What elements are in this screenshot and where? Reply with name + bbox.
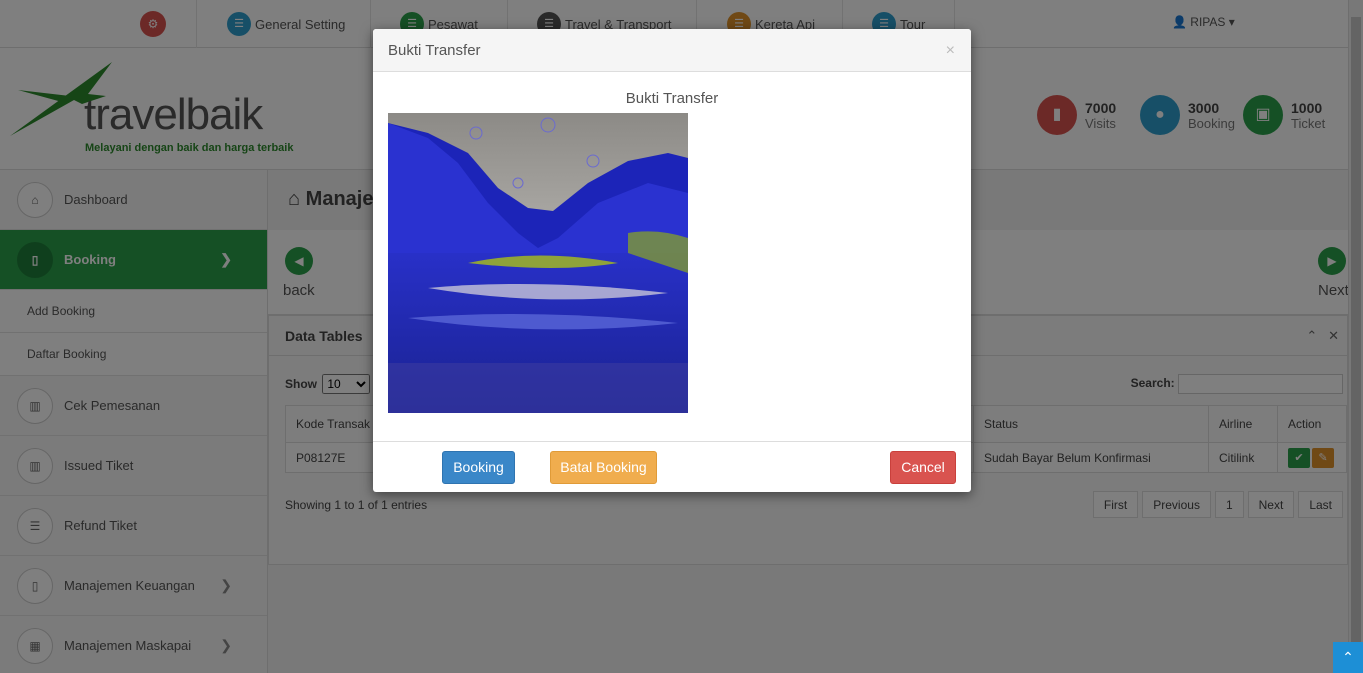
cancel-button[interactable]: Cancel: [890, 451, 956, 484]
booking-button[interactable]: Booking: [442, 451, 515, 484]
modal-body: Bukti Transfer: [373, 72, 971, 441]
modal-title: Bukti Transfer: [388, 42, 481, 59]
landscape-image: [388, 113, 688, 413]
modal-header: Bukti Transfer ×: [373, 29, 971, 72]
scroll-top-button[interactable]: ⌃: [1333, 642, 1363, 673]
chevron-up-icon: ⌃: [1342, 649, 1354, 665]
transfer-proof-image: [388, 113, 688, 413]
batal-booking-button[interactable]: Batal Booking: [550, 451, 657, 484]
bukti-transfer-modal: Bukti Transfer × Bukti Transfer Booking …: [373, 29, 971, 492]
modal-footer: Booking Batal Booking Cancel: [373, 441, 971, 492]
image-caption: Bukti Transfer: [625, 90, 719, 107]
close-icon[interactable]: ×: [946, 29, 955, 72]
